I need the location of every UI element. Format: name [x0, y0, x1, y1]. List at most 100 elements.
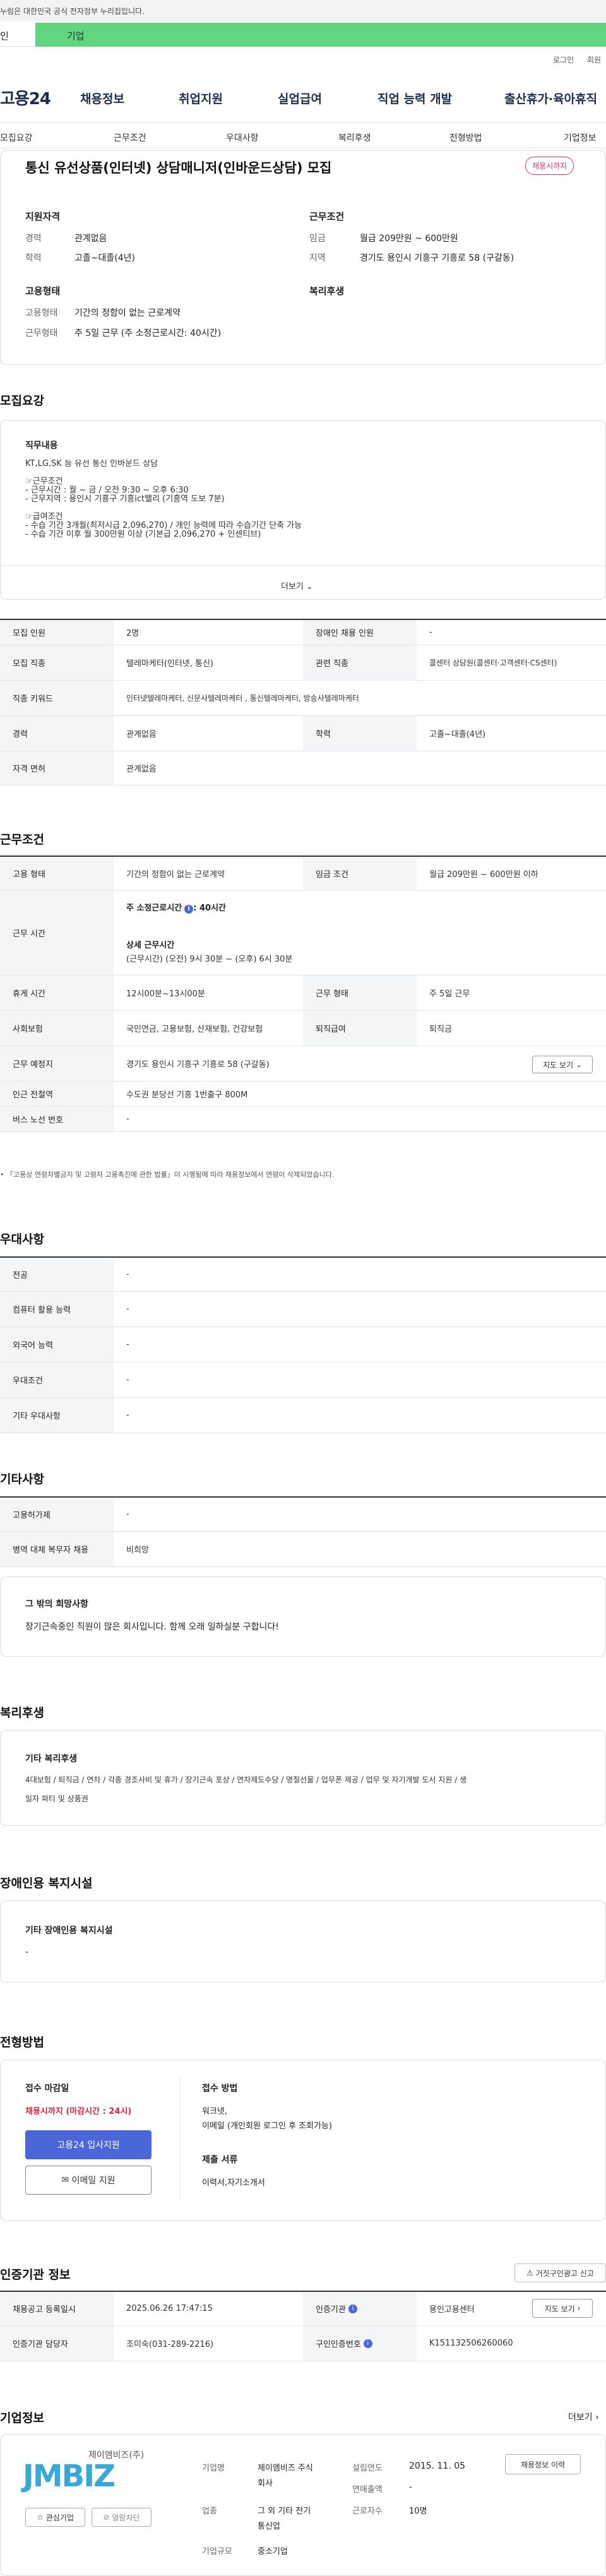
job-description-title: 직무내용: [25, 441, 58, 451]
th: 근무 예정지: [0, 1046, 114, 1081]
company-scale-label: 기업규모: [202, 2547, 232, 2556]
founding-value: 2015. 11. 05: [409, 2461, 466, 2471]
company-logo: 제이엠비즈(주) JMBIZ: [23, 2448, 155, 2499]
disability-heading: 장애인용 복지시설: [0, 1876, 93, 1890]
region-label: 지역: [309, 253, 326, 263]
hope-text: 장기근속중인 직원이 많은 회사입니다. 함께 오래 일하실분 구합니다!: [25, 1622, 279, 1632]
block-icon: ⊘: [103, 2513, 110, 2522]
desc-line: [25, 468, 581, 477]
selection-heading: 전형방법: [0, 2036, 44, 2049]
site-logo[interactable]: 고용24: [0, 86, 51, 109]
apply-button[interactable]: 고용24 입사지원: [25, 2130, 152, 2159]
th: 근무 형태: [303, 975, 417, 1010]
docs-value: 이력서,자기소개서: [202, 2178, 265, 2188]
company-more-link[interactable]: 더보기 ›: [568, 2411, 599, 2423]
tab-welfare[interactable]: 복리후생: [338, 131, 371, 144]
td: 월급 209만원 ~ 600만원 이하: [429, 870, 538, 880]
th: 병역 대체 복무자 채용: [0, 1532, 114, 1566]
email-apply-button[interactable]: ✉ 이메일 지원: [25, 2166, 152, 2195]
th: 고용허가제: [0, 1498, 114, 1531]
worktype-value: 주 5일 근무 (주 소정근로시간: 40시간): [74, 328, 222, 338]
td: -: [126, 1410, 129, 1420]
info-icon[interactable]: i: [184, 905, 194, 914]
welfare-text-1: 4대보험 / 퇴직금 / 연차 / 각종 경조사비 및 휴가 / 장기근속 포상…: [25, 1775, 467, 1784]
hope-box: [0, 1577, 606, 1657]
th: 인증기관 i: [303, 2292, 417, 2325]
industry-value-1: 그 외 기타 전기: [258, 2507, 311, 2516]
company-name-value-2: 회사: [258, 2479, 273, 2488]
td: 기간의 정함이 없는 근로계약: [126, 870, 225, 880]
td: 2025.06.26 17:47:15: [126, 2304, 213, 2313]
welfare-text-2: 일자 파티 및 상품권: [25, 1794, 88, 1803]
td: 퇴직금: [429, 1025, 452, 1034]
desc-line: KT,LG,SK 등 유선 통신 인바운드 상담: [25, 460, 158, 468]
table-row: 근무 예정지 경기도 용인시 기흥구 기흥로 58 (구갈동): [0, 1046, 606, 1082]
disability-value: -: [25, 1947, 29, 1957]
table-row: 고용허가제 -: [0, 1496, 606, 1532]
cert-map-button[interactable]: 지도 보기 ›: [532, 2299, 593, 2318]
th-text: 구인인증번호: [316, 2340, 361, 2349]
employment-label: 고용형태: [25, 308, 58, 318]
signup-link[interactable]: 회원: [587, 54, 601, 65]
wage-label: 임금: [309, 234, 326, 244]
tab-conditions[interactable]: 근무조건: [114, 131, 146, 144]
siren-icon: ⚠: [526, 2269, 533, 2277]
company-heading: 기업정보: [0, 2411, 44, 2425]
table-row: 버스 노선 번호 -: [0, 1107, 606, 1132]
nav-parental-leave[interactable]: 출산휴가·육아휴직: [504, 90, 597, 107]
sales-value: -: [409, 2483, 412, 2492]
company-name-label: 기업명: [202, 2464, 225, 2473]
deadline-value: 채용시까지 (마감시간 : 24시): [25, 2107, 132, 2116]
tab-recruit[interactable]: 모집요강: [0, 131, 33, 144]
education-label: 학력: [25, 253, 42, 263]
info-icon[interactable]: i: [363, 2339, 372, 2348]
td: 주 5일 근무: [429, 989, 470, 999]
nav-employment-support[interactable]: 취업지원: [179, 90, 223, 107]
nav-jobs[interactable]: 채용정보: [80, 90, 124, 107]
th: 임금 조건: [303, 857, 417, 890]
tab-preferences[interactable]: 우대사항: [226, 131, 259, 144]
segment-company[interactable]: 기업: [35, 23, 606, 47]
tab-company[interactable]: 기업정보: [564, 131, 597, 144]
th: 자격 면허: [0, 751, 114, 785]
segment-individual[interactable]: 인: [0, 23, 35, 47]
star-icon: ☆: [37, 2513, 44, 2522]
info-icon[interactable]: i: [348, 2304, 357, 2313]
sales-label: 연매출액: [352, 2485, 383, 2495]
map-view-button[interactable]: 지도 보기 ⌄: [532, 1056, 593, 1073]
method-line-1: 워크넷,: [202, 2107, 228, 2116]
nav-vocational-training[interactable]: 직업 능력 개발: [377, 90, 452, 107]
block-company-label: 열람차단: [112, 2513, 140, 2522]
th: 근무 시간: [0, 891, 114, 975]
deadline-label: 접수 마감일: [25, 2084, 69, 2094]
preference-heading: 우대사항: [0, 1232, 44, 1246]
more-button[interactable]: 더보기 ⌄: [281, 580, 313, 592]
founding-label: 설립연도: [352, 2464, 383, 2473]
detail-hours-value: (근무시간) (오전) 9시 30분 ~ (오후) 6시 30분: [126, 955, 293, 964]
table-row: 컴퓨터 활용 능력 -: [0, 1292, 606, 1327]
career-value: 관계없음: [74, 234, 107, 244]
company-logo-en: JMBIZ: [23, 2459, 116, 2494]
block-company-button[interactable]: ⊘ 열람차단: [92, 2508, 152, 2527]
desc-line: - 수습 기간 3개월(최저시급 2,096,270) / 개인 능력에 따라 …: [25, 521, 302, 530]
table-row: 인증기관 담당자 조미숙(031-289-2216) 구인인증번호 i K1511…: [0, 2326, 606, 2361]
welfare-summary-heading: 복리후생: [309, 285, 345, 297]
company-scale-value: 중소기업: [258, 2547, 288, 2556]
th: 사회보험: [0, 1011, 114, 1046]
industry-label: 업종: [202, 2507, 217, 2516]
td: 비희망: [126, 1546, 149, 1555]
employment-value: 기간의 정함이 없는 근로계약: [74, 308, 181, 318]
login-link[interactable]: 로그인: [553, 54, 574, 65]
tab-selection[interactable]: 전형방법: [449, 131, 482, 144]
history-button[interactable]: 채용정보 이력: [505, 2454, 581, 2474]
industry-value-2: 통신업: [258, 2522, 280, 2531]
report-button[interactable]: ⚠ 거짓구인광고 신고: [514, 2263, 606, 2282]
td: 조미숙(031-289-2216): [126, 2340, 214, 2349]
td: 2명: [126, 629, 140, 638]
favorite-company-button[interactable]: ☆ 관심기업: [25, 2508, 85, 2527]
nav-unemployment[interactable]: 실업급여: [278, 90, 322, 107]
th: 외국어 능력: [0, 1327, 114, 1362]
more-label: 더보기: [281, 582, 304, 592]
table-row: 근무 시간 주 소정근로시간 i: 40시간 상세 근무시간 (근무시간) (오전…: [0, 891, 606, 975]
age-notice-text: 「고용상 연령차별금지 및 고령자 고용촉진에 관한 법률」이 시행됨에 따라 …: [6, 1171, 335, 1179]
